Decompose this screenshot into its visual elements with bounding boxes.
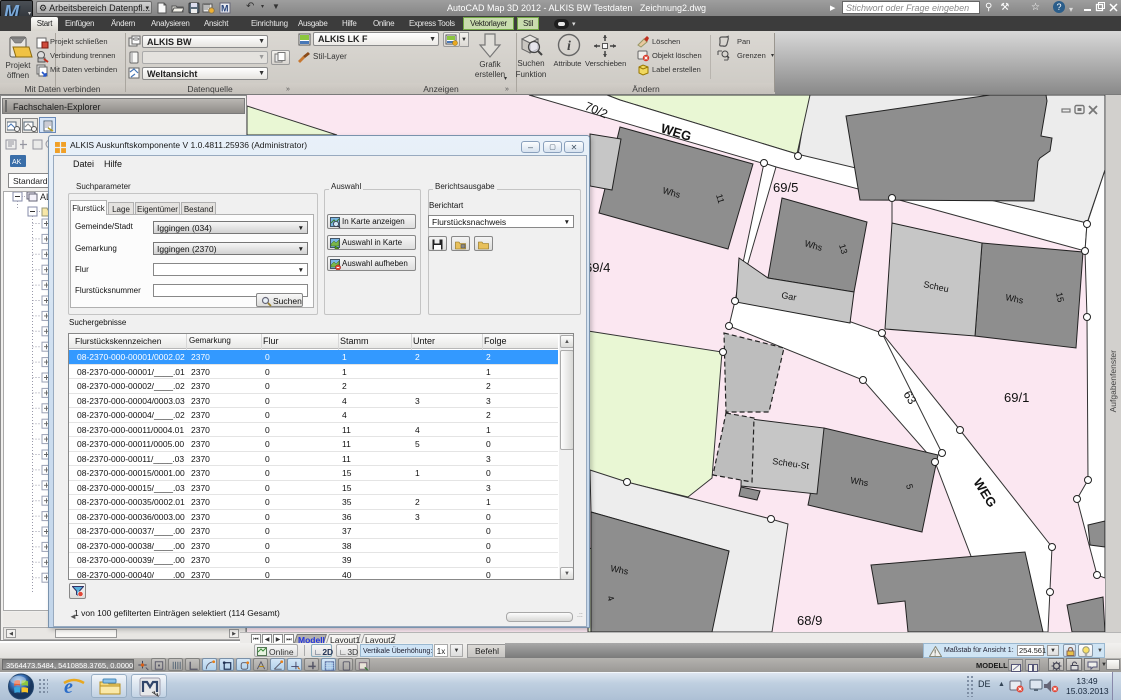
- svg-text:69/1: 69/1: [1004, 390, 1029, 405]
- svg-text:M: M: [221, 4, 229, 14]
- svg-text:15: 15: [1054, 291, 1066, 303]
- svg-text:AK: AK: [12, 159, 22, 166]
- svg-text:69/5: 69/5: [773, 180, 798, 195]
- svg-text:68/9: 68/9: [797, 613, 822, 628]
- svg-text:!: !: [934, 649, 936, 658]
- svg-text:i: i: [567, 39, 571, 54]
